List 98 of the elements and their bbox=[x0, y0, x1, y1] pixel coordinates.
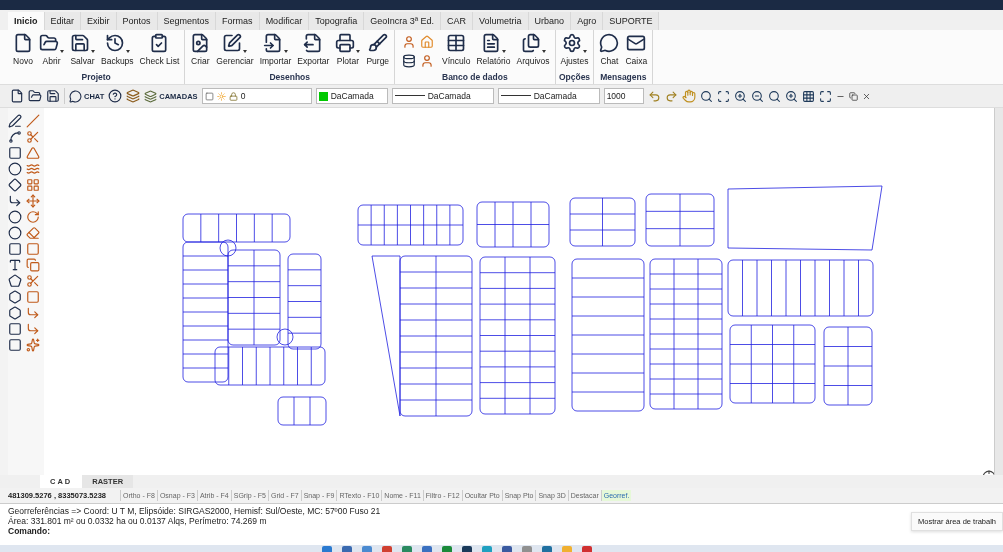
linetype-select[interactable]: DaCamada bbox=[497, 88, 600, 104]
ribbon-tab[interactable]: Editar bbox=[44, 12, 82, 30]
ribbon-button-label[interactable]: Vínculo bbox=[442, 56, 471, 66]
ribbon-tab[interactable]: Formas bbox=[216, 12, 260, 30]
user-icon[interactable] bbox=[420, 54, 435, 68]
caret-icon[interactable] bbox=[125, 50, 130, 53]
linetype-select[interactable]: DaCamada bbox=[391, 88, 494, 104]
ribbon-tab[interactable]: SUPORTE bbox=[603, 12, 660, 30]
group-title: Desenhos bbox=[268, 72, 311, 84]
database-icon[interactable] bbox=[402, 54, 417, 68]
export-icon[interactable] bbox=[303, 33, 324, 53]
diamond-icon[interactable] bbox=[8, 178, 22, 192]
chat-icon[interactable] bbox=[599, 33, 620, 53]
ribbon-tab[interactable]: CAR bbox=[441, 12, 474, 30]
ribbon-button-label[interactable]: Chat bbox=[600, 56, 619, 66]
ribbon-button-label[interactable]: Purge bbox=[366, 56, 390, 66]
caret-icon[interactable] bbox=[91, 50, 95, 53]
ribbon-button-label[interactable]: Criar bbox=[191, 56, 210, 66]
ribbon-button-label[interactable]: Importar bbox=[259, 56, 292, 66]
trim-icon[interactable] bbox=[26, 130, 40, 144]
layers-icon[interactable] bbox=[126, 89, 141, 103]
close-icon[interactable] bbox=[861, 91, 871, 101]
document-icon[interactable] bbox=[10, 89, 24, 103]
folder-icon[interactable] bbox=[39, 33, 59, 53]
ribbon-tab[interactable]: Urbano bbox=[528, 12, 572, 30]
text-icon[interactable] bbox=[8, 258, 22, 272]
line-sample-icon bbox=[394, 95, 425, 97]
ribbon-button-label[interactable]: Arquivos bbox=[516, 56, 550, 66]
ribbon-tab[interactable]: Topografia bbox=[309, 12, 365, 30]
rotate-icon[interactable] bbox=[26, 210, 40, 224]
color-select[interactable]: DaCamada bbox=[315, 88, 388, 104]
color-swatch bbox=[318, 91, 328, 101]
ribbon-button-label[interactable]: Gerenciar bbox=[216, 56, 254, 66]
group-title: Banco de dados bbox=[441, 72, 509, 84]
polyline-icon[interactable] bbox=[8, 130, 22, 144]
command-output-line: Área: 331.801 m² ou 0.0332 ha ou 0.0137 Alqs, Perímetro: 74.269 m bbox=[8, 516, 267, 526]
eraser-icon[interactable] bbox=[26, 226, 40, 240]
ribbon-tab[interactable]: Pontos bbox=[116, 12, 158, 30]
line-sample-icon bbox=[500, 95, 531, 97]
ribbon-tab[interactable]: Modificar bbox=[259, 12, 310, 30]
user-icon[interactable] bbox=[402, 35, 417, 49]
ribbon-tab[interactable]: Exibir bbox=[81, 12, 117, 30]
edit-icon[interactable] bbox=[222, 33, 243, 53]
layer-select[interactable]: 0 bbox=[201, 88, 312, 104]
ribbon-button-label[interactable]: Caixa bbox=[625, 56, 648, 66]
ribbon-tab[interactable]: GeoIncra 3ª Ed. bbox=[364, 12, 442, 30]
command-output-line: Georreferências => Coord: U T M, Elipsóide: SIRGAS2000, Hemisf: Sul/Oeste, MC: 57º00 Fuso 21 bbox=[8, 506, 381, 516]
ribbon-button-label[interactable]: Salvar bbox=[70, 56, 95, 66]
rectangle-icon[interactable] bbox=[8, 146, 22, 160]
lock-icon[interactable] bbox=[228, 91, 238, 101]
checkbox-icon[interactable] bbox=[204, 91, 214, 101]
group-title: Projeto bbox=[80, 72, 112, 84]
caret-icon[interactable] bbox=[283, 50, 288, 53]
line-icon[interactable] bbox=[8, 114, 22, 128]
caret-icon[interactable] bbox=[243, 50, 248, 53]
caret-icon[interactable] bbox=[501, 50, 506, 53]
command-prompt[interactable]: Comando: bbox=[8, 526, 51, 536]
circle-icon[interactable] bbox=[8, 210, 22, 224]
ribbon-tab[interactable]: Segmentos bbox=[157, 12, 217, 30]
caret-icon[interactable] bbox=[541, 50, 546, 53]
caret-icon[interactable] bbox=[60, 50, 64, 53]
ribbon-button-label[interactable]: Backups bbox=[101, 56, 134, 66]
ribbon-button-label[interactable]: Exportar bbox=[297, 56, 330, 66]
ribbon-button-label[interactable]: Ajustes bbox=[560, 56, 589, 66]
layers-icon[interactable] bbox=[144, 89, 158, 103]
ribbon-button-label[interactable]: Plotar bbox=[336, 56, 359, 66]
history-icon[interactable] bbox=[104, 33, 125, 53]
ribbon-button-label[interactable]: Novo bbox=[13, 56, 33, 66]
scale-select[interactable]: 1000 bbox=[603, 88, 644, 104]
ribbon-button-label[interactable]: Abrir bbox=[42, 56, 61, 66]
document-icon[interactable] bbox=[13, 33, 33, 53]
clipboard-icon[interactable] bbox=[149, 33, 170, 53]
group-title: Opções bbox=[558, 72, 591, 84]
printer-icon[interactable] bbox=[335, 33, 356, 53]
caret-icon[interactable] bbox=[356, 50, 361, 53]
polygon-icon[interactable] bbox=[8, 274, 22, 288]
ribbon-tab[interactable]: Agro bbox=[571, 12, 604, 30]
wave-icon[interactable] bbox=[26, 162, 40, 176]
folder-icon[interactable] bbox=[28, 89, 42, 103]
group-title: Mensagens bbox=[599, 72, 648, 84]
move-icon[interactable] bbox=[26, 194, 40, 208]
files-icon[interactable] bbox=[520, 33, 541, 53]
chat-icon[interactable] bbox=[69, 89, 82, 103]
copy-icon[interactable] bbox=[26, 258, 40, 272]
help-icon[interactable] bbox=[108, 89, 123, 103]
redo-icon[interactable] bbox=[664, 89, 678, 103]
grid-icon[interactable] bbox=[801, 89, 815, 103]
ribbon-button-label[interactable]: Relatório bbox=[476, 56, 511, 66]
ribbon-button-label[interactable]: Check List bbox=[139, 56, 180, 66]
undo-icon[interactable] bbox=[647, 89, 661, 103]
restore-icon[interactable] bbox=[848, 91, 858, 101]
ribbon-tab[interactable]: Inicio bbox=[8, 12, 45, 30]
caret-icon[interactable] bbox=[583, 50, 587, 53]
image-file-icon[interactable] bbox=[190, 33, 211, 53]
ribbon-tab[interactable]: Volumetria bbox=[473, 12, 529, 30]
import-icon[interactable] bbox=[262, 33, 283, 53]
ellipse-icon[interactable] bbox=[8, 226, 22, 240]
fullscreen-icon[interactable] bbox=[818, 89, 832, 103]
